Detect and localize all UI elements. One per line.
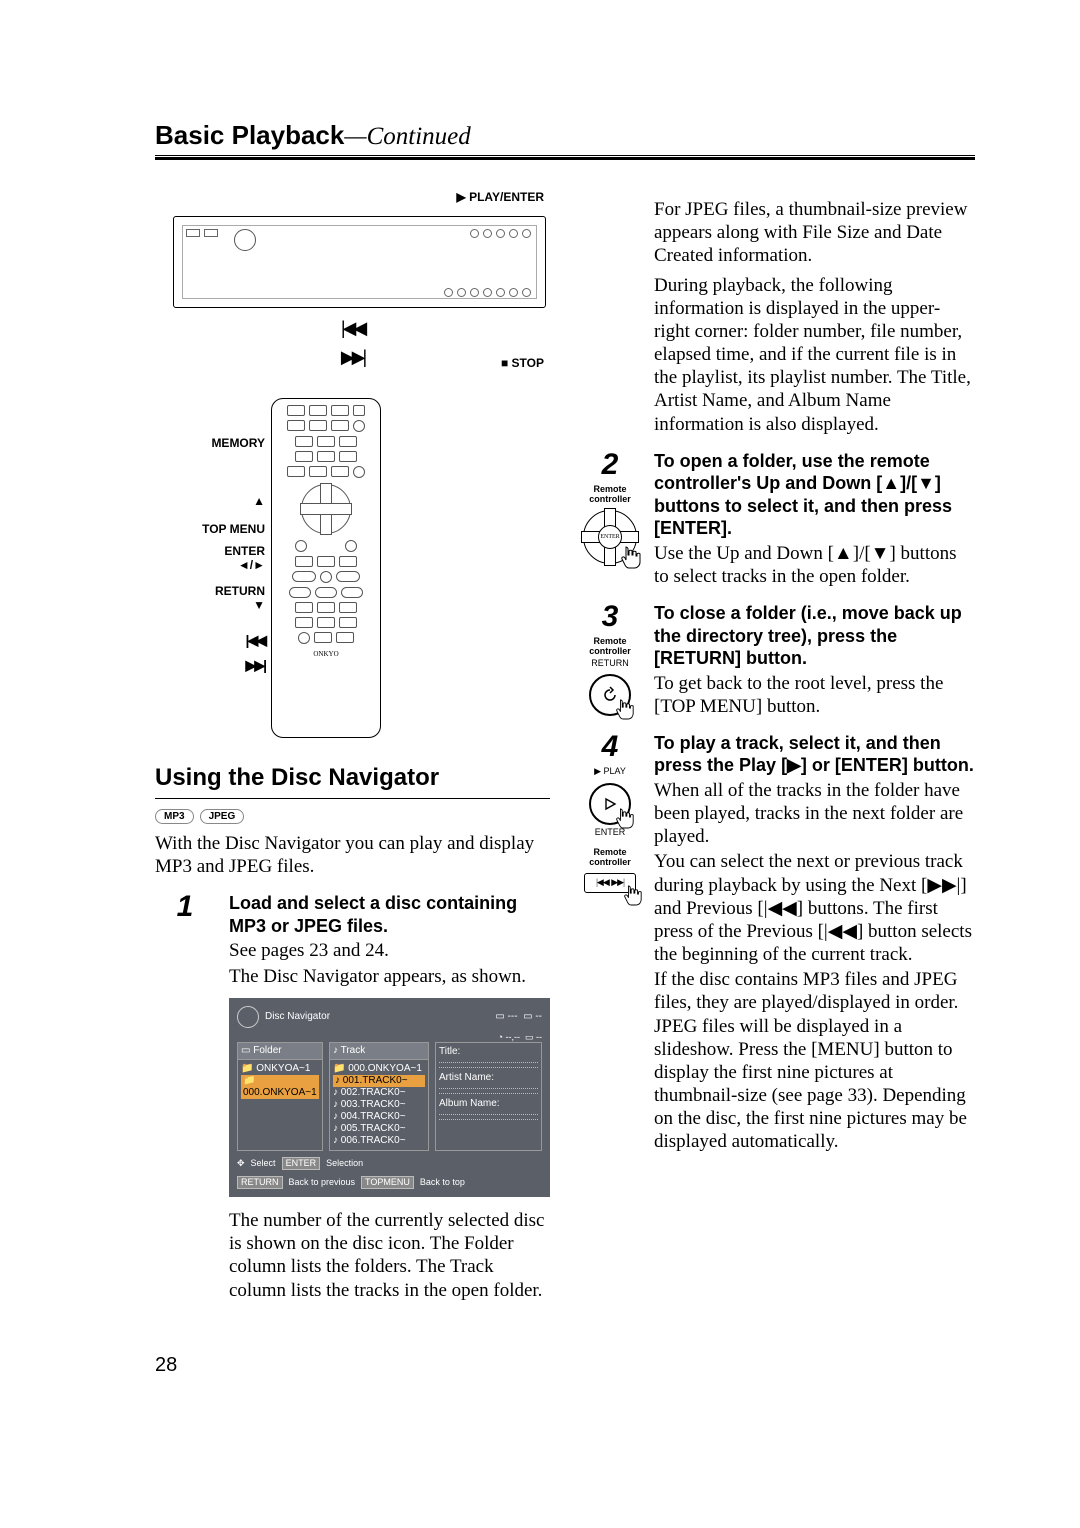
- step-3-icon-label: RETURN: [580, 658, 640, 668]
- section-intro: With the Disc Navigator you can play and…: [155, 832, 550, 878]
- remote-label-enter: ENTER /: [173, 544, 265, 572]
- nav-meta-title: Title:: [439, 1046, 538, 1058]
- step-2-number: 2: [580, 450, 640, 480]
- page-number: 28: [155, 1354, 975, 1377]
- finger-icon: [623, 884, 643, 906]
- return-button-icon: [589, 674, 631, 716]
- finger-icon: [615, 807, 635, 829]
- step-3-sub: Remote controller: [580, 636, 640, 656]
- left-icon: [238, 558, 250, 572]
- step-1-text-a: See pages 23 and 24.: [229, 939, 550, 962]
- badge-jpeg: JPEG: [200, 809, 245, 824]
- step-3-text: To get back to the root level, press the…: [654, 672, 975, 718]
- step-3-heading: To close a folder (i.e., move back up th…: [654, 602, 975, 670]
- nav-track-header: Track: [341, 1045, 366, 1056]
- step-1-post: The number of the currently selected dis…: [229, 1209, 550, 1302]
- step-4-p1: When all of the tracks in the folder hav…: [654, 779, 975, 849]
- remote-label-return: RETURN: [173, 584, 265, 612]
- remote-illustration: MEMORY TOP MENU ENTER / RETURN: [173, 398, 550, 738]
- step-4-number: 4: [580, 732, 640, 762]
- step-4-p2: You can select the next or previous trac…: [654, 850, 975, 966]
- right-intro-p2: During playback, the following informati…: [654, 274, 975, 436]
- device-illustration: PLAY/ENTER: [155, 196, 550, 368]
- nav-title: Disc Navigator: [265, 1011, 330, 1023]
- prev-track-icon: [341, 318, 364, 338]
- right-icon: [253, 558, 265, 572]
- nav-meta-artist: Artist Name:: [439, 1072, 538, 1084]
- remote-label-topmenu: TOP MENU: [173, 522, 265, 536]
- down-icon: [253, 598, 265, 612]
- finger-icon: [615, 698, 635, 720]
- disc-icon: [237, 1006, 259, 1028]
- page-title: Basic Playback: [155, 120, 344, 151]
- step-2-sub: Remote controller: [580, 484, 640, 504]
- step-2-heading: To open a folder, use the remote control…: [654, 450, 975, 540]
- step-1-heading: Load and select a disc containing MP3 or…: [229, 892, 550, 937]
- next-icon: [246, 657, 265, 673]
- play-button-icon: [589, 783, 631, 825]
- step-4-p3: If the disc contains MP3 files and JPEG …: [654, 968, 975, 1153]
- enter-icon: ENTER: [598, 525, 622, 549]
- step-4-heading: To play a track, select it, and then pre…: [654, 732, 975, 777]
- next-track-icon: [341, 347, 364, 367]
- remote-label-memory: MEMORY: [173, 436, 265, 450]
- disc-navigator-screenshot: Disc Navigator ▭ --- ▭ -- ◔ --,-- ▭ -- ▭…: [229, 998, 550, 1197]
- prev-icon: [246, 632, 265, 648]
- right-intro-p1: For JPEG files, a thumbnail-size preview…: [654, 198, 975, 268]
- step-3-number: 3: [580, 602, 640, 632]
- step-1-text-b: The Disc Navigator appears, as shown.: [229, 965, 550, 988]
- play-icon: [457, 190, 466, 204]
- device-label-stop: STOP: [512, 356, 544, 370]
- remote-next-prev-icon: |◀◀ ▶▶|: [584, 873, 636, 893]
- badge-mp3: MP3: [155, 809, 194, 824]
- finger-icon: [620, 545, 642, 569]
- nav-folder-header: Folder: [253, 1045, 281, 1056]
- nav-meta-album: Album Name:: [439, 1098, 538, 1110]
- up-icon: [253, 494, 265, 508]
- page-subtitle: —Continued: [344, 123, 470, 151]
- device-label-play-enter: PLAY/ENTER: [469, 190, 544, 204]
- step-4-play-label: PLAY: [604, 766, 626, 776]
- stop-icon: ■: [501, 356, 508, 370]
- step-2-text: Use the Up and Down [▲]/[▼] buttons to s…: [654, 542, 975, 588]
- section-title: Using the Disc Navigator: [155, 764, 550, 799]
- step-4-sub: Remote controller: [580, 847, 640, 867]
- dpad-icon: ENTER: [583, 510, 637, 564]
- step-1-number: 1: [155, 892, 215, 922]
- play-icon: [594, 766, 601, 776]
